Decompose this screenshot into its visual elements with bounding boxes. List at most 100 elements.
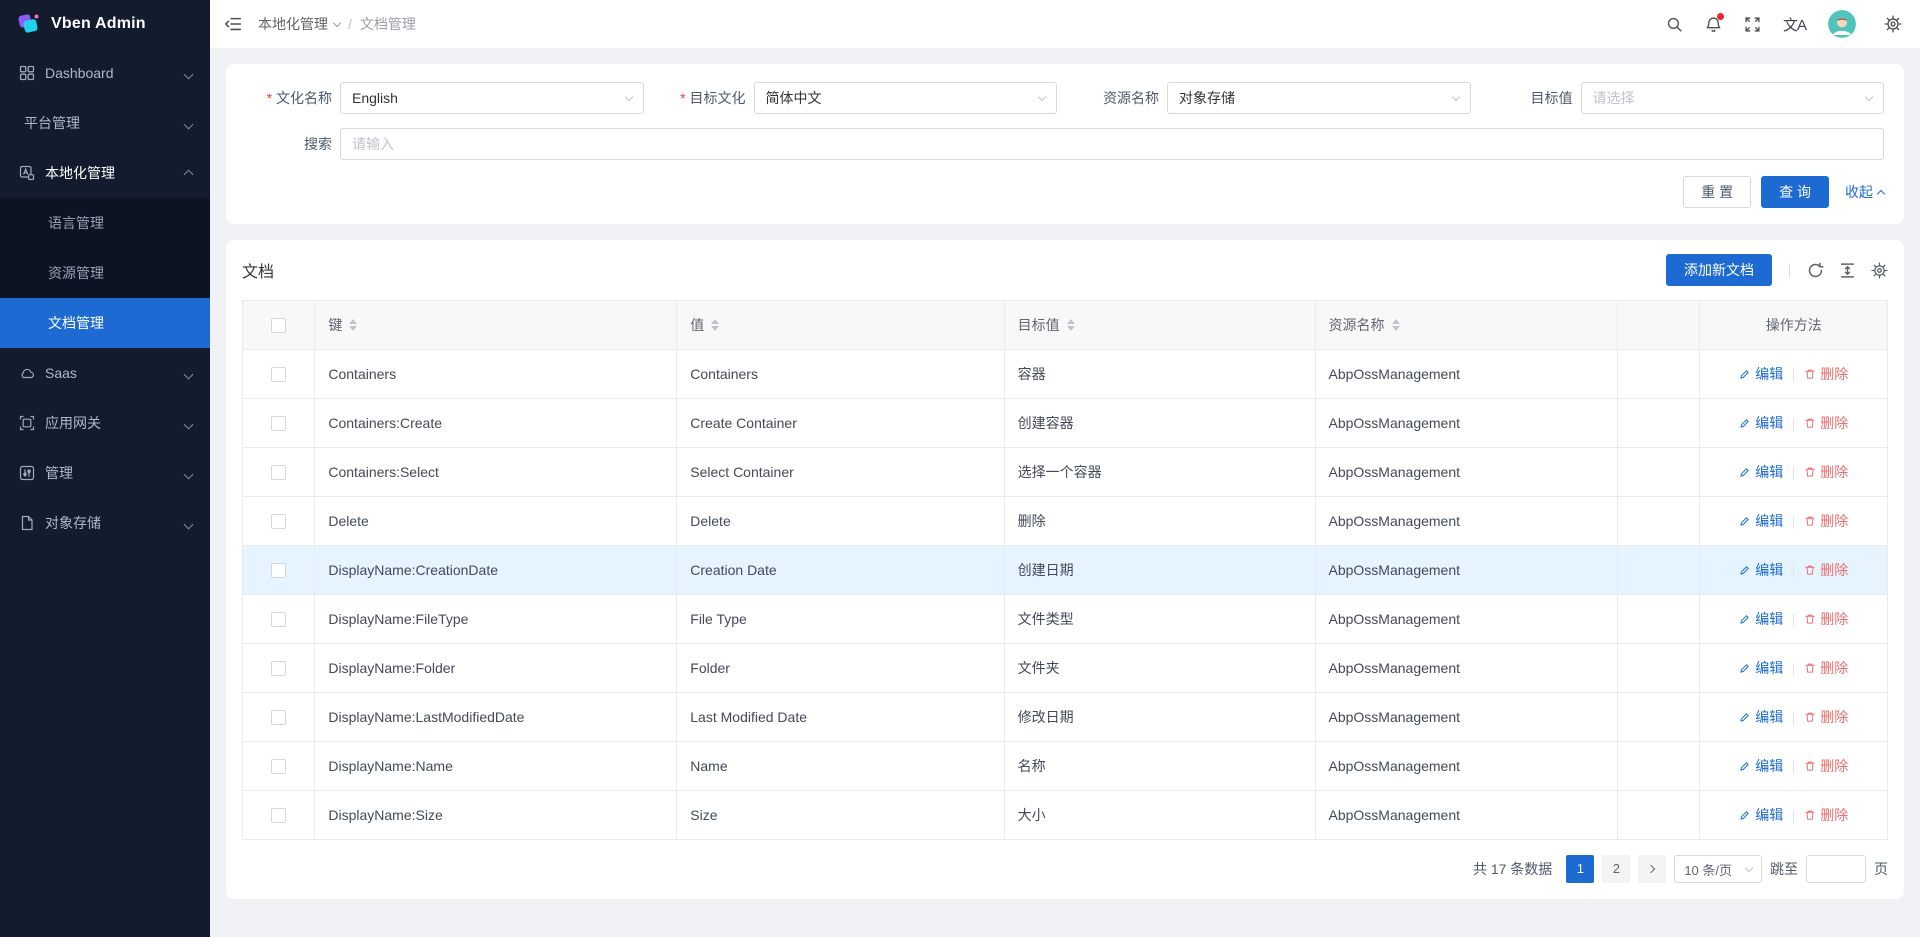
cell-resource: AbpOssManagement [1315,791,1618,840]
cell-actions: 编辑 删除 [1700,791,1888,840]
breadcrumb-current: 文档管理 [360,14,416,34]
next-page-button[interactable] [1638,855,1666,883]
sort-icon[interactable] [711,319,719,331]
sort-icon[interactable] [1392,319,1400,331]
sidebar-item-document-management[interactable]: 文档管理 [0,298,210,348]
translate-icon[interactable]: 文A [1783,14,1806,35]
page-size-select[interactable]: 10 条/页 [1674,855,1762,883]
chevron-down-icon [1451,92,1459,100]
avatar[interactable] [1828,10,1856,38]
sidebar-item-gateway[interactable]: 应用网关 [0,398,210,448]
target-value-select[interactable]: 请选择 [1581,82,1885,114]
cell-value: Creation Date [677,546,1004,595]
edit-button[interactable]: 编辑 [1739,511,1783,531]
culture-name-select[interactable]: English [340,82,644,114]
edit-button[interactable]: 编辑 [1739,805,1783,825]
search-input[interactable] [340,128,1884,160]
settings-gear-icon[interactable] [1884,15,1902,33]
header-checkbox-cell [243,301,315,350]
add-document-button[interactable]: 添加新文档 [1666,254,1772,286]
breadcrumb-parent[interactable]: 本地化管理 [258,14,340,34]
cell-spacer [1618,791,1700,840]
delete-button[interactable]: 删除 [1804,756,1848,776]
query-button[interactable]: 查 询 [1761,176,1829,208]
delete-button[interactable]: 删除 [1804,560,1848,580]
target-culture-select[interactable]: 简体中文 [754,82,1058,114]
notification-badge [1717,13,1724,20]
fullscreen-icon[interactable] [1744,16,1761,33]
cell-actions: 编辑 删除 [1700,595,1888,644]
delete-button[interactable]: 删除 [1804,413,1848,433]
refresh-icon[interactable] [1807,262,1824,279]
edit-button[interactable]: 编辑 [1739,756,1783,776]
edit-button[interactable]: 编辑 [1739,364,1783,384]
app-logo[interactable]: Vben Admin [0,0,210,48]
sidebar-item-label: 语言管理 [48,213,104,233]
sidebar-item-dashboard[interactable]: Dashboard [0,48,210,98]
edit-button[interactable]: 编辑 [1739,658,1783,678]
sidebar-item-label: 对象存储 [45,513,101,533]
delete-button[interactable]: 删除 [1804,462,1848,482]
row-checkbox[interactable] [271,710,286,725]
row-checkbox[interactable] [271,367,286,382]
field-label: 目标值 [1487,88,1573,108]
delete-button[interactable]: 删除 [1804,658,1848,678]
row-checkbox[interactable] [271,514,286,529]
sidebar-item-platform[interactable]: 平台管理 [0,98,210,148]
row-checkbox[interactable] [271,759,286,774]
notification-bell-icon[interactable] [1705,16,1722,33]
cell-key: DisplayName:FileType [315,595,677,644]
sidebar-fold-icon[interactable] [224,15,242,33]
cell-value: Containers [677,350,1004,399]
row-checkbox[interactable] [271,808,286,823]
filter-row-1: 文化名称 English 目标文化 简体中文 资源名称 [246,82,1884,114]
divider [1793,565,1794,578]
table-row: DisplayName:FileType File Type 文件类型 AbpO… [243,595,1888,644]
delete-button[interactable]: 删除 [1804,609,1848,629]
row-checkbox[interactable] [271,563,286,578]
delete-button[interactable]: 删除 [1804,805,1848,825]
sidebar-item-language-management[interactable]: 语言管理 [0,198,210,248]
chevron-up-icon [185,165,192,181]
row-checkbox[interactable] [271,612,286,627]
sidebar-item-localization[interactable]: 本地化管理 [0,148,210,198]
page-button-1[interactable]: 1 [1566,855,1594,883]
sort-icon[interactable] [349,319,357,331]
cell-resource: AbpOssManagement [1315,693,1618,742]
delete-button[interactable]: 删除 [1804,511,1848,531]
sidebar-item-management[interactable]: 管理 [0,448,210,498]
edit-button[interactable]: 编辑 [1739,462,1783,482]
divider [1789,263,1790,278]
row-height-icon[interactable] [1839,262,1856,279]
sort-icon[interactable] [1067,319,1075,331]
search-icon[interactable] [1666,16,1683,33]
sidebar-item-object-storage[interactable]: 对象存储 [0,498,210,548]
page-button-2[interactable]: 2 [1602,855,1630,883]
table-settings-gear-icon[interactable] [1871,262,1888,279]
cell-value: File Type [677,595,1004,644]
cell-key: Containers:Create [315,399,677,448]
row-checkbox[interactable] [271,465,286,480]
cell-resource: AbpOssManagement [1315,644,1618,693]
edit-button[interactable]: 编辑 [1739,609,1783,629]
select-all-checkbox[interactable] [271,318,286,333]
edit-button[interactable]: 编辑 [1739,413,1783,433]
sidebar-item-resource-management[interactable]: 资源管理 [0,248,210,298]
cell-target: 大小 [1004,791,1315,840]
jump-page-input[interactable] [1806,855,1866,883]
reset-button[interactable]: 重 置 [1683,176,1751,208]
sidebar-item-label: Saas [45,365,77,381]
row-checkbox[interactable] [271,416,286,431]
cell-spacer [1618,644,1700,693]
resource-name-select[interactable]: 对象存储 [1167,82,1471,114]
row-checkbox[interactable] [271,661,286,676]
delete-button[interactable]: 删除 [1804,364,1848,384]
chevron-down-icon [1038,92,1046,100]
collapse-filter-link[interactable]: 收起 [1845,182,1884,202]
edit-button[interactable]: 编辑 [1739,707,1783,727]
delete-button[interactable]: 删除 [1804,707,1848,727]
edit-button[interactable]: 编辑 [1739,560,1783,580]
topbar-actions: 文A [1666,10,1902,38]
sidebar-item-label: 管理 [45,463,73,483]
sidebar-item-saas[interactable]: Saas [0,348,210,398]
